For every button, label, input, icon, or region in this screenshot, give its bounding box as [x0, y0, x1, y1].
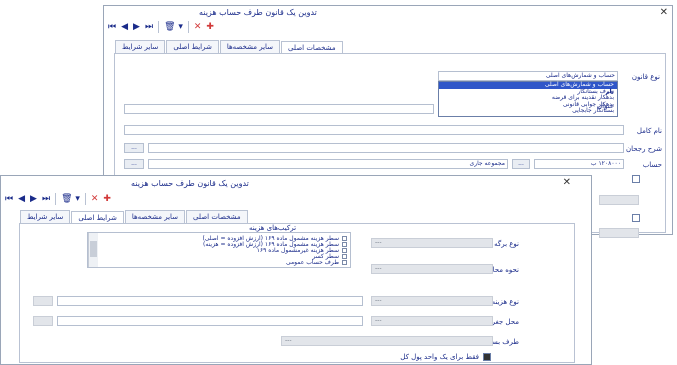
creditor-field: ---: [281, 336, 493, 346]
list-scrollbar[interactable]: [88, 233, 98, 267]
cost-type-code: [33, 296, 53, 306]
title-input[interactable]: [124, 104, 434, 114]
law-type-label: نوع قانون: [631, 73, 660, 81]
full-name-input[interactable]: [124, 125, 624, 135]
dropdown-option[interactable]: بستانکار جابجایی: [439, 107, 617, 115]
save-icon[interactable]: ✚: [206, 22, 214, 32]
last-record-icon[interactable]: ⏭: [145, 22, 153, 32]
last-record-icon[interactable]: ⏭: [42, 194, 50, 204]
group-title: ترکیب‌های هزینه: [249, 224, 297, 232]
account-cur-button[interactable]: ...: [512, 159, 530, 169]
cost-type-input[interactable]: [57, 296, 363, 306]
tab-other-specs[interactable]: سایر مشخصه‌ها: [219, 40, 281, 53]
scrollbar-thumb[interactable]: [90, 241, 97, 257]
save-icon[interactable]: ✚: [103, 194, 111, 204]
tab-bar: مشخصات اصلی سایر مشخصه‌ها شرایط اصلی سای…: [114, 40, 343, 54]
dialog-title: تدوین یک قانون طرف حساب هزینه: [131, 179, 249, 188]
toolbar-separator: [55, 193, 57, 205]
full-name-label: نام کامل: [636, 127, 662, 135]
close-icon[interactable]: ✕: [563, 177, 571, 188]
prev-record-icon[interactable]: ◀: [121, 22, 128, 32]
cost-center-code: [33, 316, 53, 326]
list-item[interactable]: طرف حساب عمومی: [100, 259, 350, 266]
side-field: [599, 195, 639, 205]
first-record-icon[interactable]: ⏮: [108, 22, 116, 32]
cost-type-label: نوع هزینه: [491, 298, 519, 306]
list-checkbox[interactable]: [342, 260, 347, 266]
cost-combinations-list[interactable]: سطر هزینه مشمول ماده ۱۶۹ (ارزش افزوده = …: [87, 232, 351, 268]
account-label: حساب: [642, 161, 662, 169]
doc-type-field: ---: [371, 238, 493, 248]
account-browse-button[interactable]: ...: [124, 159, 144, 169]
list-checkbox[interactable]: [342, 254, 347, 260]
description-browse-button[interactable]: ...: [124, 143, 144, 153]
toolbar: ⏮ ◀ ▶ ⏭ 🗑 ▾ ✕ ✚: [108, 20, 214, 34]
tab-other-specs[interactable]: سایر مشخصه‌ها: [124, 210, 186, 223]
doc-type-label: نوع برگه: [494, 240, 519, 248]
toolbar-separator: [187, 21, 189, 33]
close-icon[interactable]: ✕: [660, 7, 668, 18]
list-checkbox[interactable]: [342, 241, 347, 247]
tab-other-conditions[interactable]: سایر شرایط: [20, 210, 71, 223]
single-currency-checkbox[interactable]: [483, 353, 491, 361]
name-label: نام: [605, 88, 614, 96]
dialog-title: تدوین یک قانون طرف حساب هزینه: [199, 8, 317, 17]
cost-type-field: ---: [371, 296, 493, 306]
side-field: [599, 228, 639, 238]
prev-record-icon[interactable]: ◀: [18, 194, 25, 204]
front-dialog: تدوین یک قانون طرف حساب هزینه ✕ ⏮ ◀ ▶ ⏭ …: [0, 175, 592, 365]
next-record-icon[interactable]: ▶: [30, 194, 37, 204]
toolbar-separator: [84, 193, 86, 205]
account-note-field[interactable]: مجموعه جاری: [148, 159, 508, 169]
cost-center-input[interactable]: [57, 316, 363, 326]
list-checkbox[interactable]: [342, 247, 347, 253]
law-type-select[interactable]: حساب و شمارش‌های اصلی: [438, 71, 618, 81]
tab-other-conditions[interactable]: سایر شرایط: [115, 40, 166, 53]
toolbar-separator: [158, 21, 160, 33]
next-record-icon[interactable]: ▶: [133, 22, 140, 32]
law-type-dropdown[interactable]: حساب و شمارش‌های اصلی طرف بستانکار بدهکا…: [438, 81, 618, 117]
cost-center-field: ---: [371, 316, 493, 326]
toolbar: ⏮ ◀ ▶ ⏭ 🗑 ▾ ✕ ✚: [5, 192, 111, 206]
title-label: عنوان: [597, 102, 614, 110]
calc-type-field: ---: [371, 264, 493, 274]
tab-bar: مشخصات اصلی سایر مشخصه‌ها شرایط اصلی سای…: [19, 210, 248, 224]
tab-main-info[interactable]: مشخصات اصلی: [186, 210, 248, 223]
filter-icon[interactable]: 🗑 ▾: [164, 22, 183, 32]
right-checkbox[interactable]: [632, 214, 640, 222]
right-checkbox[interactable]: [632, 175, 640, 183]
tab-main-conditions[interactable]: شرایط اصلی: [166, 40, 219, 53]
cancel-icon[interactable]: ✕: [194, 22, 202, 32]
single-currency-label: فقط برای یک واحد پول کل: [400, 353, 479, 361]
cancel-icon[interactable]: ✕: [91, 194, 99, 204]
description-input[interactable]: [148, 143, 624, 153]
description-label: شرح رجحان: [626, 145, 662, 153]
list-checkbox[interactable]: [342, 235, 347, 241]
first-record-icon[interactable]: ⏮: [5, 194, 13, 204]
account-amount-field[interactable]: ۱۲۰۸۰۰۰ ب: [534, 159, 624, 169]
filter-icon[interactable]: 🗑 ▾: [61, 194, 80, 204]
